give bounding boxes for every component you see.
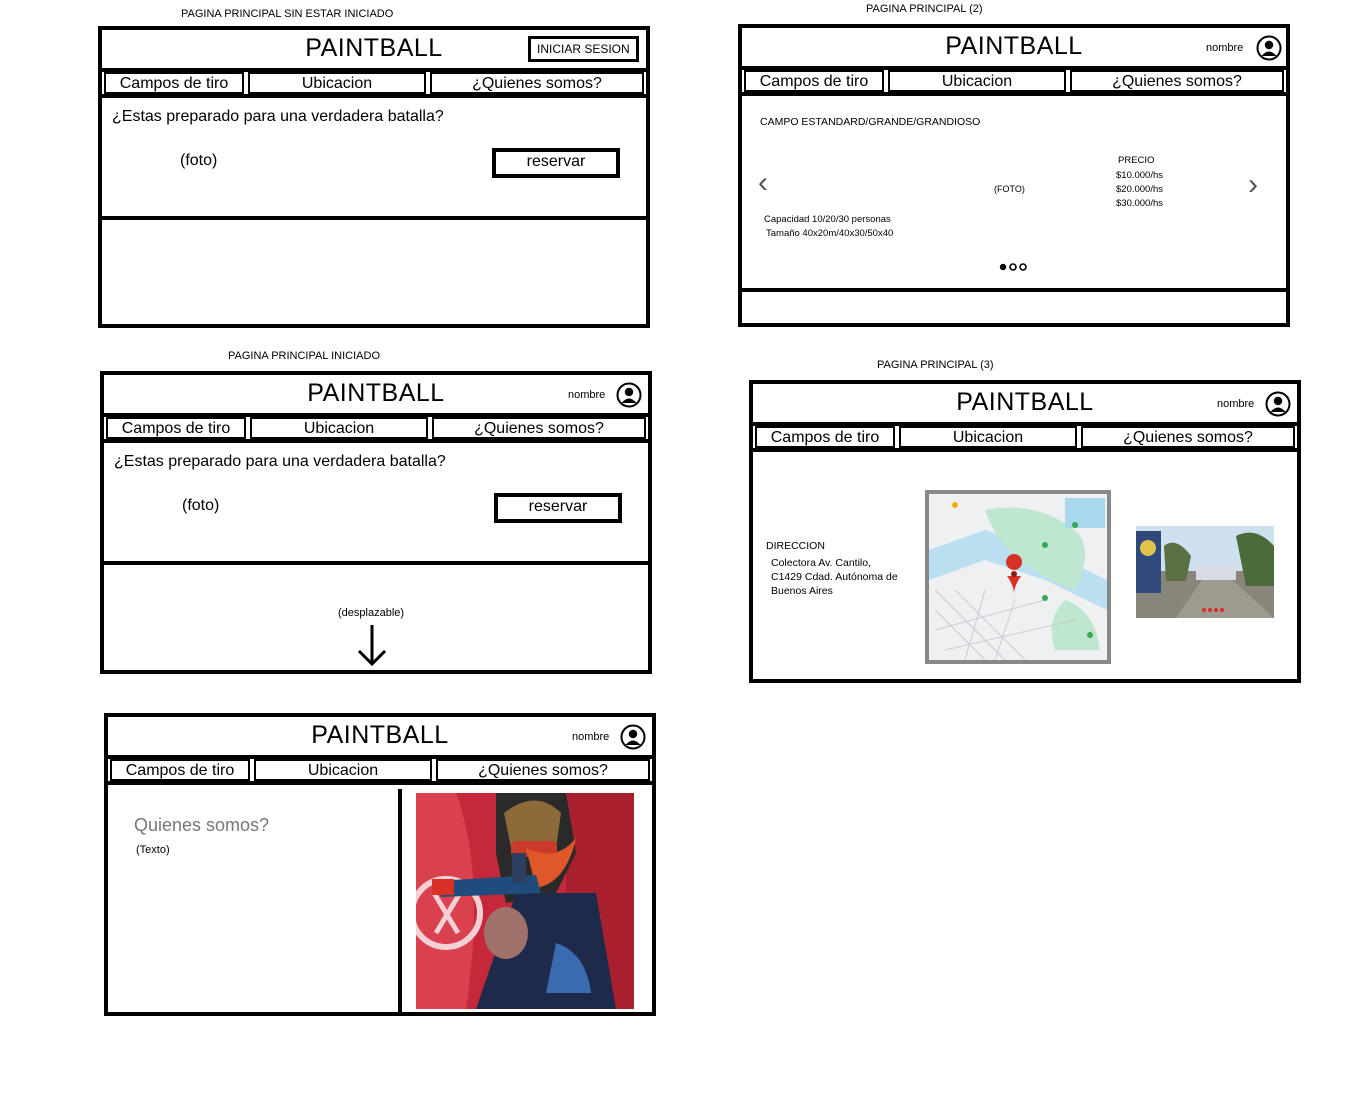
header: PAINTBALL nombre — [108, 717, 652, 759]
app-title: PAINTBALL — [307, 379, 445, 407]
frame-no-login: PAINTBALL INICIAR SESION Campos de tiro … — [98, 26, 650, 328]
tab-campos[interactable]: Campos de tiro — [755, 426, 895, 448]
app-title: PAINTBALL — [956, 388, 1094, 416]
caption-fields: PAGINA PRINCIPAL (2) — [866, 3, 983, 15]
header: PAINTBALL INICIAR SESION — [102, 30, 646, 72]
tab-quienes[interactable]: ¿Quienes somos? — [436, 759, 650, 781]
header: PAINTBALL nombre — [104, 375, 648, 417]
frame-about: PAINTBALL nombre Campos de tiro Ubicacio… — [104, 713, 656, 1016]
carousel-dots-icon[interactable] — [998, 262, 1030, 272]
hero-section: ¿Estas preparado para una verdadera bata… — [104, 443, 648, 565]
address-line-3: Buenos Aires — [771, 585, 833, 597]
price-label: PRECIO — [1118, 155, 1155, 166]
hero-question: ¿Estas preparado para una verdadera bata… — [114, 453, 446, 470]
tab-campos[interactable]: Campos de tiro — [104, 72, 244, 94]
field-size: Tamaño 40x20m/40x30/50x40 — [766, 228, 894, 239]
header: PAINTBALL nombre — [753, 384, 1297, 426]
scroll-hint: (desplazable) — [338, 607, 405, 619]
tab-ubicacion[interactable]: Ubicacion — [888, 70, 1066, 92]
price-1: $10.000/hs — [1116, 170, 1164, 181]
tab-ubicacion[interactable]: Ubicacion — [248, 72, 426, 94]
about-text: (Texto) — [136, 844, 170, 856]
tab-campos[interactable]: Campos de tiro — [110, 759, 250, 781]
content-divider — [398, 789, 402, 1013]
tab-quienes[interactable]: ¿Quienes somos? — [430, 72, 644, 94]
user-name: nombre — [572, 731, 610, 743]
address-line-1: Colectora Av. Cantilo, — [771, 557, 871, 569]
price-2: $20.000/hs — [1116, 184, 1164, 195]
nav-bar: Campos de tiro Ubicacion ¿Quienes somos? — [753, 426, 1297, 452]
tab-quienes[interactable]: ¿Quienes somos? — [1081, 426, 1295, 448]
chevron-left-icon[interactable]: ‹ — [758, 166, 768, 200]
caption-logged-in: PAGINA PRINCIPAL INICIADO — [228, 350, 380, 362]
login-button[interactable]: INICIAR SESION — [528, 36, 639, 62]
caption-location: PAGINA PRINCIPAL (3) — [877, 359, 994, 371]
hero-photo: (foto) — [182, 497, 220, 514]
tab-campos[interactable]: Campos de tiro — [744, 70, 884, 92]
tab-ubicacion[interactable]: Ubicacion — [250, 417, 428, 439]
hero-photo: (foto) — [180, 152, 218, 169]
reserve-button[interactable]: reservar — [494, 493, 622, 523]
app-title: PAINTBALL — [945, 32, 1083, 60]
tab-quienes[interactable]: ¿Quienes somos? — [432, 417, 646, 439]
reserve-button[interactable]: reservar — [492, 148, 620, 178]
nav-bar: Campos de tiro Ubicacion ¿Quienes somos? — [102, 72, 646, 98]
user-name: nombre — [1206, 42, 1244, 54]
chevron-right-icon[interactable]: › — [1248, 168, 1258, 202]
nav-bar: Campos de tiro Ubicacion ¿Quienes somos? — [108, 759, 652, 785]
tab-ubicacion[interactable]: Ubicacion — [899, 426, 1077, 448]
tab-campos[interactable]: Campos de tiro — [106, 417, 246, 439]
tab-quienes[interactable]: ¿Quienes somos? — [1070, 70, 1284, 92]
about-heading: Quienes somos? — [134, 815, 270, 835]
caption-no-login: PAGINA PRINCIPAL SIN ESTAR INICIADO — [181, 8, 394, 20]
carousel-section: CAMPO ESTANDARD/GRANDE/GRANDIOSO ‹ (FOTO… — [742, 96, 1286, 292]
user-name: nombre — [568, 389, 606, 401]
map-image[interactable] — [925, 490, 1111, 664]
user-avatar-icon[interactable] — [620, 724, 646, 750]
hero-question: ¿Estas preparado para una verdadera bata… — [112, 108, 444, 125]
nav-bar: Campos de tiro Ubicacion ¿Quienes somos? — [742, 70, 1286, 96]
price-3: $30.000/hs — [1116, 198, 1164, 209]
nav-bar: Campos de tiro Ubicacion ¿Quienes somos? — [104, 417, 648, 443]
field-capacity: Capacidad 10/20/30 personas — [764, 214, 891, 225]
tab-ubicacion[interactable]: Ubicacion — [254, 759, 432, 781]
street-photo — [1136, 526, 1274, 618]
user-avatar-icon[interactable] — [616, 382, 642, 408]
arrow-down-icon — [357, 625, 387, 667]
frame-location: PAINTBALL nombre Campos de tiro Ubicacio… — [749, 380, 1301, 683]
app-title: PAINTBALL — [311, 721, 449, 749]
user-avatar-icon[interactable] — [1265, 391, 1291, 417]
player-photo — [416, 793, 634, 1009]
hero-section: ¿Estas preparado para una verdadera bata… — [102, 98, 646, 220]
header: PAINTBALL nombre — [742, 28, 1286, 70]
field-title: CAMPO ESTANDARD/GRANDE/GRANDIOSO — [760, 116, 981, 128]
frame-logged-in: PAINTBALL nombre Campos de tiro Ubicacio… — [100, 371, 652, 674]
address-label: DIRECCION — [766, 540, 825, 552]
user-avatar-icon[interactable] — [1256, 35, 1282, 61]
address-line-2: C1429 Cdad. Autónoma de — [771, 571, 898, 583]
user-name: nombre — [1217, 398, 1255, 410]
frame-fields: PAINTBALL nombre Campos de tiro Ubicacio… — [738, 24, 1290, 327]
field-photo: (FOTO) — [994, 184, 1025, 194]
